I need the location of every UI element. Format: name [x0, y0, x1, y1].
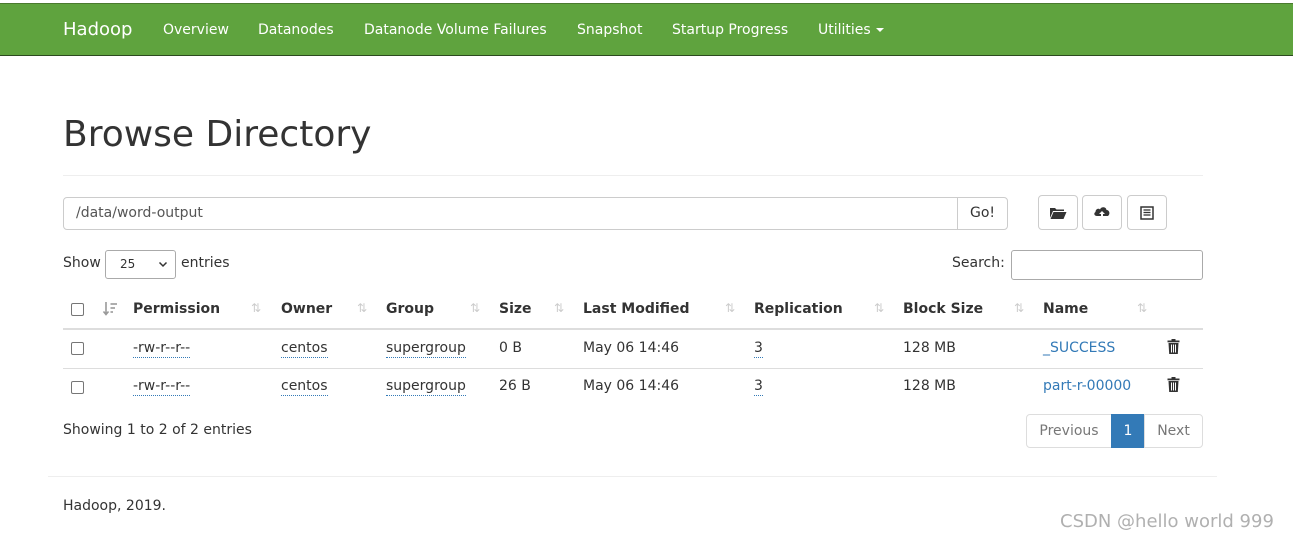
sort-asc-icon[interactable] — [102, 301, 118, 317]
last-modified-cell: May 06 14:46 — [583, 340, 680, 356]
pagination-previous[interactable]: Previous — [1026, 414, 1112, 448]
owner-cell[interactable]: centos — [281, 340, 328, 358]
trash-icon[interactable] — [1167, 339, 1180, 354]
row-divider — [63, 368, 1203, 369]
select-all-checkbox[interactable] — [71, 303, 84, 316]
nav-snapshot[interactable]: Snapshot — [577, 22, 642, 38]
cut-paste-icon — [1140, 205, 1154, 220]
footer-text: Hadoop, 2019. — [63, 498, 166, 514]
nav-utilities-dropdown[interactable]: Utilities — [818, 22, 884, 38]
search-input[interactable] — [1011, 250, 1203, 280]
block-size-cell: 128 MB — [903, 340, 956, 356]
upload-icon — [1094, 206, 1110, 219]
col-header-block-size[interactable]: Block Size — [903, 301, 983, 317]
go-button[interactable]: Go! — [957, 197, 1008, 230]
page-length-select[interactable]: 25 — [105, 250, 176, 279]
sort-both-icon: ⇅ — [874, 301, 885, 315]
replication-cell[interactable]: 3 — [754, 340, 763, 358]
col-header-name[interactable]: Name — [1043, 301, 1088, 317]
permission-cell[interactable]: -rw-r--r-- — [133, 378, 191, 396]
row-checkbox[interactable] — [71, 342, 84, 355]
nav-overview[interactable]: Overview — [163, 22, 229, 38]
brand-link[interactable]: Hadoop — [63, 19, 132, 40]
owner-cell[interactable]: centos — [281, 378, 328, 396]
size-cell: 0 B — [499, 340, 522, 356]
sort-both-icon: ⇅ — [1137, 301, 1148, 315]
last-modified-cell: May 06 14:46 — [583, 378, 680, 394]
chevron-down-icon — [158, 261, 168, 268]
upload-files-button[interactable] — [1082, 195, 1122, 230]
file-name-link[interactable]: part-r-00000 — [1043, 378, 1131, 394]
footer-divider — [48, 476, 1217, 477]
col-header-replication[interactable]: Replication — [754, 301, 843, 317]
page-title: Browse Directory — [63, 114, 372, 155]
col-header-owner[interactable]: Owner — [281, 301, 332, 317]
create-directory-button[interactable] — [1038, 195, 1078, 230]
page-length-value: 25 — [120, 257, 136, 271]
col-header-size[interactable]: Size — [499, 301, 532, 317]
sort-both-icon: ⇅ — [554, 301, 565, 315]
sort-both-icon: ⇅ — [470, 301, 481, 315]
directory-path-input[interactable]: /data/word-output — [63, 197, 958, 230]
show-label: Show — [63, 255, 101, 271]
sort-both-icon: ⇅ — [357, 301, 368, 315]
col-header-permission[interactable]: Permission — [133, 301, 220, 317]
row-checkbox[interactable] — [71, 381, 84, 394]
col-header-last-modified[interactable]: Last Modified — [583, 301, 690, 317]
group-cell[interactable]: supergroup — [386, 378, 466, 396]
trash-icon[interactable] — [1167, 377, 1180, 392]
nav-startup-progress[interactable]: Startup Progress — [672, 22, 788, 38]
navbar: Hadoop Overview Datanodes Datanode Volum… — [0, 4, 1293, 56]
file-name-link[interactable]: _SUCCESS — [1043, 340, 1115, 356]
col-header-group[interactable]: Group — [386, 301, 434, 317]
replication-cell[interactable]: 3 — [754, 378, 763, 396]
caret-down-icon — [875, 28, 884, 32]
header-divider — [63, 328, 1203, 330]
nav-datanodes[interactable]: Datanodes — [258, 22, 334, 38]
sort-both-icon: ⇅ — [251, 301, 262, 315]
search-label: Search: — [952, 255, 1005, 271]
create-folder-icon — [1050, 207, 1067, 219]
nav-datanode-volume-failures[interactable]: Datanode Volume Failures — [364, 22, 547, 38]
cut-paste-button[interactable] — [1127, 195, 1167, 230]
group-cell[interactable]: supergroup — [386, 340, 466, 358]
pagination-next[interactable]: Next — [1144, 414, 1203, 448]
block-size-cell: 128 MB — [903, 378, 956, 394]
divider — [63, 175, 1203, 176]
entries-label: entries — [181, 255, 230, 271]
size-cell: 26 B — [499, 378, 531, 394]
sort-both-icon: ⇅ — [1014, 301, 1025, 315]
sort-both-icon: ⇅ — [725, 301, 736, 315]
nav-utilities-label: Utilities — [818, 22, 871, 38]
permission-cell[interactable]: -rw-r--r-- — [133, 340, 191, 358]
pagination-page-1[interactable]: 1 — [1111, 414, 1145, 448]
table-info: Showing 1 to 2 of 2 entries — [63, 422, 252, 438]
watermark: CSDN @hello world 999 — [1060, 511, 1274, 532]
